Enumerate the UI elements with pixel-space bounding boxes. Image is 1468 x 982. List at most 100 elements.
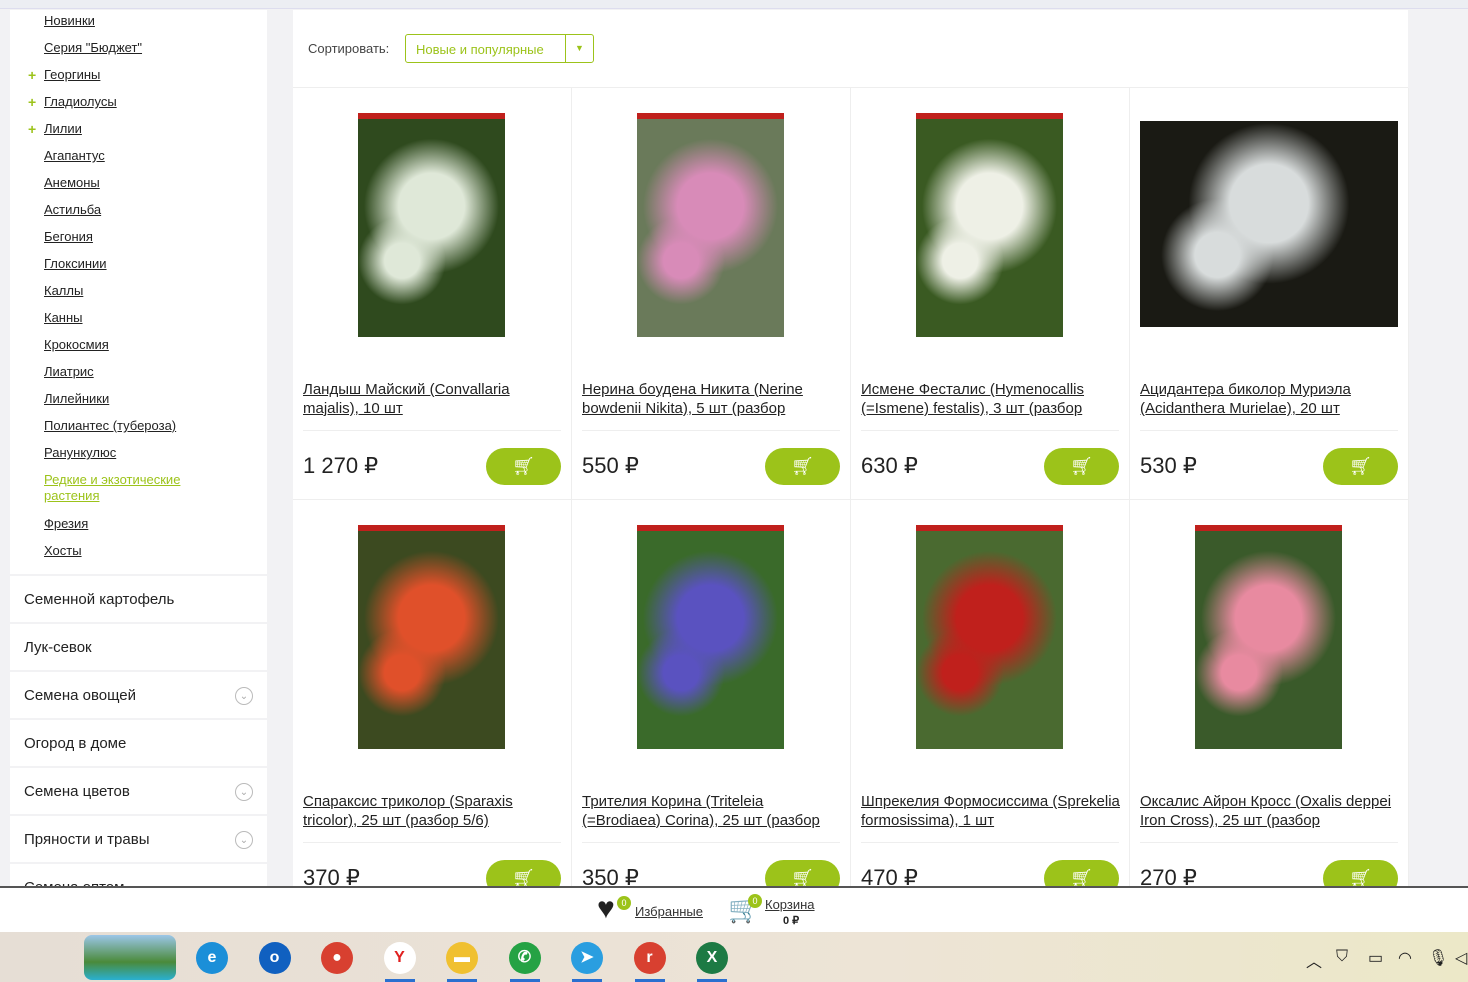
excel-icon[interactable]: X: [696, 942, 728, 974]
product-title-link[interactable]: Исмене Фесталис (Hymenocallis (=Ismene) …: [861, 380, 1123, 418]
sidebar-subitem[interactable]: Полиантес (тубероза): [44, 418, 204, 434]
sidebar-subitem[interactable]: Редкие и экзотические растения: [44, 472, 204, 504]
category-label: Огород в доме: [24, 735, 127, 752]
sidebar-subitem[interactable]: Хосты: [44, 543, 204, 559]
add-to-cart-button[interactable]: 🛒︎: [1044, 860, 1119, 886]
sidebar-category[interactable]: Семена овощей ⌄: [10, 670, 267, 718]
sidebar-subitem[interactable]: Анемоны: [44, 175, 204, 191]
shield-warning-icon[interactable]: ⛉: [1336, 948, 1348, 966]
sidebar-subitem[interactable]: Агапантус: [44, 148, 204, 164]
product-title-link[interactable]: Нерина боудена Никита (Nerine bowdenii N…: [582, 380, 844, 418]
divider: [861, 842, 1119, 843]
desktop-widget-landscape-icon[interactable]: [84, 935, 176, 980]
product-card: Оксалис Айрон Кросс (Oxalis deppei Iron …: [1130, 500, 1409, 886]
product-price: 270 ₽: [1140, 865, 1197, 886]
divider: [861, 430, 1119, 431]
add-to-cart-button[interactable]: 🛒︎: [1323, 860, 1398, 886]
category-label: Семена овощей: [24, 687, 137, 704]
telegram-icon[interactable]: ➤: [571, 942, 603, 974]
add-to-cart-button[interactable]: 🛒︎: [765, 860, 840, 886]
sidebar-category[interactable]: Семенной картофель: [10, 574, 267, 622]
product-price: 630 ₽: [861, 453, 918, 478]
microphone-icon[interactable]: 🎙: [1428, 948, 1448, 968]
product-price: 530 ₽: [1140, 453, 1197, 478]
product-image[interactable]: [916, 113, 1063, 337]
product-price: 350 ₽: [582, 865, 639, 886]
divider: [582, 842, 840, 843]
sidebar-category[interactable]: Семена цветов ⌄: [10, 766, 267, 814]
product-price: 470 ₽: [861, 865, 918, 886]
outlook-icon[interactable]: o: [258, 942, 291, 974]
sidebar-subitem[interactable]: Гладиолусы: [44, 94, 204, 110]
add-to-cart-button[interactable]: 🛒︎: [486, 448, 561, 485]
product-title-link[interactable]: Шпрекелия Формосиссима (Sprekelia formos…: [861, 792, 1123, 830]
file-explorer-icon[interactable]: ▬: [446, 942, 478, 974]
whatsapp-icon[interactable]: ✆: [508, 942, 541, 974]
sidebar-category[interactable]: Семена оптом: [10, 862, 267, 886]
sort-bar: Сортировать: Новые и популярные ▼: [293, 10, 1408, 88]
category-label: Пряности и травы: [24, 831, 150, 848]
sidebar-subitem[interactable]: Бегония: [44, 229, 204, 245]
chevron-down-icon[interactable]: ⌄: [235, 783, 253, 801]
product-card: Нерина боудена Никита (Nerine bowdenii N…: [572, 88, 851, 500]
add-to-cart-button[interactable]: 🛒︎: [765, 448, 840, 485]
sidebar-subitem[interactable]: Лилейники: [44, 391, 204, 407]
product-image[interactable]: [1140, 121, 1398, 327]
sort-selected: Новые и популярные: [416, 42, 544, 57]
sidebar-category[interactable]: Пряности и травы ⌄: [10, 814, 267, 862]
yandex-icon[interactable]: Y: [383, 942, 416, 974]
product-title-link[interactable]: Трителия Корина (Triteleia (=Brodiaea) C…: [582, 792, 844, 830]
favorites-link[interactable]: ♥ 0 Избранные: [597, 894, 717, 930]
product-title-link[interactable]: Оксалис Айрон Кросс (Oxalis deppei Iron …: [1140, 792, 1402, 830]
sidebar-subitem[interactable]: Глоксинии: [44, 256, 204, 272]
product-image[interactable]: [358, 113, 505, 337]
add-to-cart-button[interactable]: 🛒︎: [486, 860, 561, 886]
sidebar-subitem[interactable]: Каллы: [44, 283, 204, 299]
divider: [1140, 430, 1398, 431]
cart-icon: 🛒︎: [791, 868, 814, 886]
sidebar-category[interactable]: Огород в доме: [10, 718, 267, 766]
wifi-icon[interactable]: ◠: [1398, 948, 1412, 968]
sidebar-subitem[interactable]: Крокосмия: [44, 337, 204, 353]
expand-plus-icon[interactable]: +: [28, 67, 36, 83]
heart-icon: ♥: [597, 892, 615, 925]
product-title-link[interactable]: Ландыш Майский (Convallaria majalis), 10…: [303, 380, 565, 418]
product-image[interactable]: [637, 113, 784, 337]
add-to-cart-button[interactable]: 🛒︎: [1323, 448, 1398, 485]
favorites-label: Избранные: [635, 904, 703, 919]
sidebar-subitem[interactable]: Канны: [44, 310, 204, 326]
sidebar-category[interactable]: Лук-севок: [10, 622, 267, 670]
sidebar-subitem[interactable]: Новинки: [44, 13, 204, 29]
product-image[interactable]: [637, 525, 784, 749]
sidebar-subitem[interactable]: Ранункулюс: [44, 445, 204, 461]
sidebar-subitem[interactable]: Лиатрис: [44, 364, 204, 380]
chrome-icon[interactable]: ●: [321, 942, 353, 974]
product-title-link[interactable]: Спараксис триколор (Sparaxis tricolor), …: [303, 792, 565, 830]
cart-icon: 🛒︎: [1070, 456, 1093, 476]
product-image[interactable]: [358, 525, 505, 749]
sidebar-subitem[interactable]: Астильба: [44, 202, 204, 218]
sort-select[interactable]: Новые и популярные ▼: [405, 34, 594, 63]
product-title-link[interactable]: Ацидантера биколор Муриэла (Acidanthera …: [1140, 380, 1402, 418]
product-price: 370 ₽: [303, 865, 360, 886]
sidebar-subitem[interactable]: Лилии: [44, 121, 204, 137]
product-image[interactable]: [916, 525, 1063, 749]
chevron-down-icon[interactable]: ⌄: [235, 687, 253, 705]
add-to-cart-button[interactable]: 🛒︎: [1044, 448, 1119, 485]
edge-icon[interactable]: e: [196, 942, 228, 974]
sidebar-subitem[interactable]: Фрезия: [44, 516, 204, 532]
product-image[interactable]: [1195, 525, 1342, 749]
caret-down-icon[interactable]: ▼: [565, 35, 593, 62]
speaker-icon[interactable]: ◁: [1455, 948, 1467, 968]
camera-icon[interactable]: ▭: [1368, 948, 1383, 968]
chevron-down-icon[interactable]: ⌄: [235, 831, 253, 849]
expand-plus-icon[interactable]: +: [28, 94, 36, 110]
chrome-profile-icon[interactable]: r: [633, 942, 666, 974]
expand-plus-icon[interactable]: +: [28, 121, 36, 137]
category-label: Семена цветов: [24, 783, 130, 800]
cart-icon: 🛒︎: [1349, 868, 1372, 886]
sidebar-subitem[interactable]: Серия "Бюджет": [44, 40, 204, 56]
chevron-up-icon[interactable]: ︿: [1306, 948, 1322, 972]
sidebar-subitem[interactable]: Георгины: [44, 67, 204, 83]
cart-link[interactable]: 🛒 0 Корзина 0 ₽: [728, 892, 828, 932]
